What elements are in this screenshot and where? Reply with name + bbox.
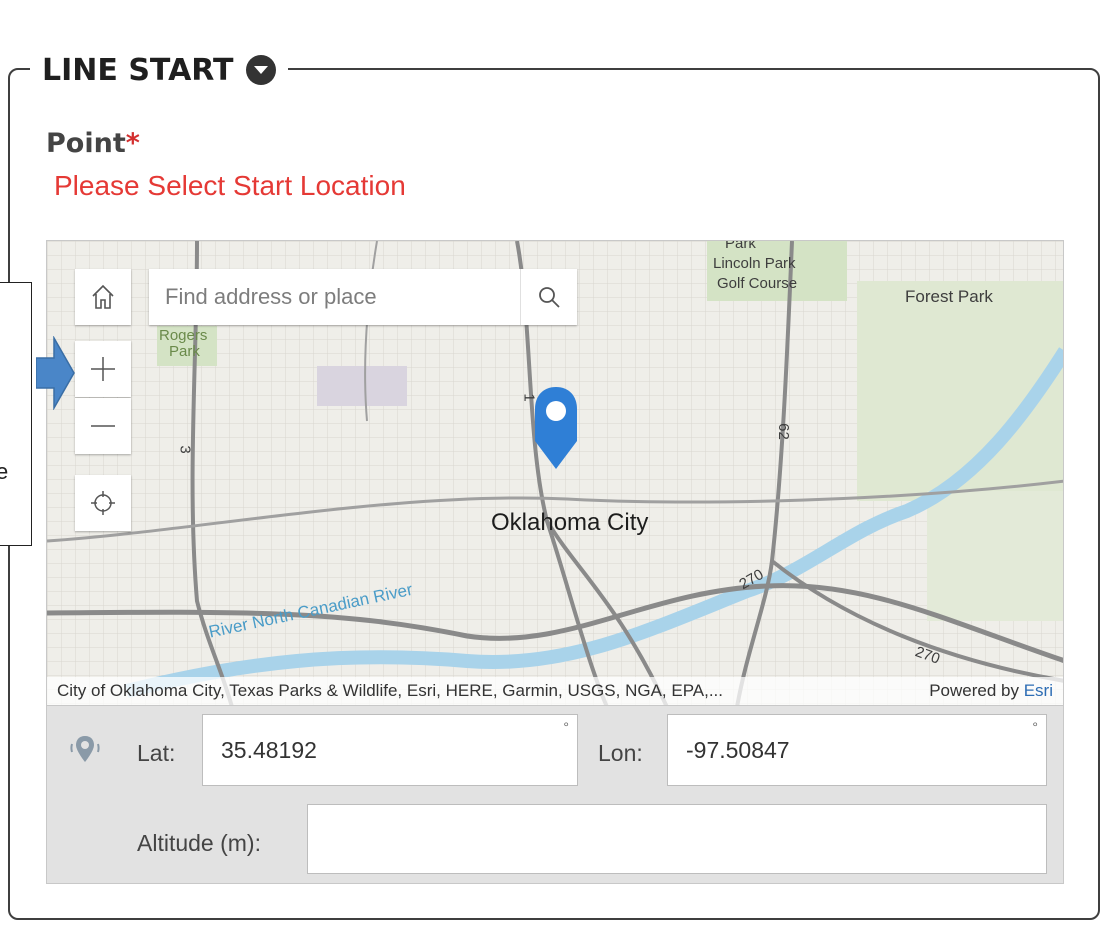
collapse-toggle-icon[interactable]	[245, 55, 276, 85]
map-view[interactable]: Lincoln Park Golf Course Park Forest Par…	[46, 240, 1064, 706]
map-label-rogers-park: Park	[169, 343, 200, 360]
annotation-callout-box: e	[0, 282, 32, 546]
minus-icon	[91, 425, 115, 427]
powered-by: Powered by Esri	[929, 677, 1053, 705]
locate-crosshair-icon	[91, 491, 115, 515]
point-field-label: Point*	[46, 128, 140, 159]
location-pin-icon[interactable]	[67, 732, 103, 768]
location-marker-icon[interactable]	[533, 387, 579, 469]
lat-input[interactable]: 35.48192 °	[202, 714, 578, 786]
point-label-text: Point	[46, 128, 126, 159]
map-attribution: City of Oklahoma City, Texas Parks & Wil…	[47, 677, 1063, 705]
section-legend: LINE START	[30, 50, 288, 90]
validation-error: Please Select Start Location	[54, 170, 406, 201]
altitude-label: Altitude (m):	[137, 830, 261, 856]
section-title: LINE START	[42, 52, 234, 88]
zoom-in-button[interactable]	[75, 341, 131, 397]
map-label-rogers: Rogers	[159, 327, 208, 344]
route-62-label: 62	[774, 423, 792, 440]
search-bar	[149, 269, 577, 325]
lon-label: Lon:	[598, 740, 643, 766]
home-icon	[92, 284, 114, 309]
lat-value: 35.48192	[221, 736, 317, 763]
map-label-golf-course: Golf Course	[717, 275, 798, 292]
search-input[interactable]	[149, 271, 527, 323]
attribution-text: City of Oklahoma City, Texas Parks & Wil…	[57, 681, 723, 700]
map-label-forest-park: Forest Park	[905, 287, 993, 306]
lat-label: Lat:	[137, 740, 176, 766]
altitude-input[interactable]	[307, 804, 1047, 874]
home-button[interactable]	[75, 269, 131, 325]
locate-button[interactable]	[75, 475, 131, 531]
lon-input[interactable]: -97.50847 °	[667, 714, 1047, 786]
annotation-arrow-icon	[36, 336, 75, 410]
route-3-label: 3	[176, 445, 194, 454]
search-button[interactable]	[520, 269, 577, 325]
callout-text: e	[0, 459, 8, 485]
map-label-park-fragment: Park	[725, 240, 756, 252]
lat-degree-symbol: °	[563, 719, 569, 735]
map-label-lincoln-park: Lincoln Park	[713, 255, 796, 272]
zoom-out-button[interactable]	[75, 398, 131, 454]
plus-icon	[91, 357, 115, 381]
map-city-label: Oklahoma City	[491, 509, 649, 536]
powered-by-text: Powered by	[929, 681, 1024, 700]
required-asterisk: *	[125, 128, 140, 159]
coordinates-panel: Lat: 35.48192 ° Lon: -97.50847 ° Altitud…	[46, 706, 1064, 884]
lon-value: -97.50847	[686, 736, 790, 763]
esri-link[interactable]: Esri	[1024, 681, 1053, 700]
lon-degree-symbol: °	[1032, 719, 1038, 735]
search-icon	[539, 287, 560, 308]
